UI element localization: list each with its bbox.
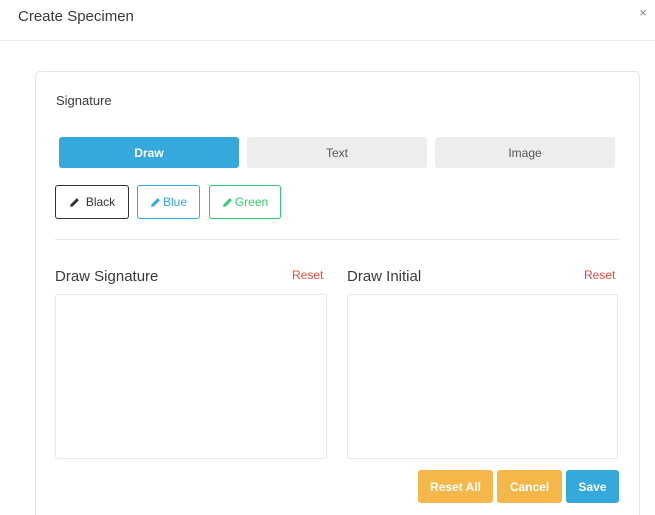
- modal-title: Create Specimen: [18, 8, 134, 25]
- initial-canvas[interactable]: [347, 294, 618, 459]
- divider: [55, 239, 619, 240]
- draw-initial-title: Draw Initial: [347, 268, 422, 285]
- tab-image[interactable]: Image: [435, 137, 615, 168]
- cancel-button[interactable]: Cancel: [497, 470, 562, 503]
- color-green-button[interactable]: Green: [209, 185, 281, 219]
- signature-card: Signature Draw Text Image Black Blue Gre…: [35, 71, 640, 515]
- color-blue-label: Blue: [162, 195, 188, 209]
- tab-draw[interactable]: Draw: [59, 137, 239, 168]
- color-green-label: Green: [234, 195, 269, 209]
- color-blue-button[interactable]: Blue: [137, 185, 200, 219]
- reset-signature-link[interactable]: Reset: [292, 268, 323, 282]
- signature-heading: Signature: [56, 93, 112, 108]
- draw-signature-title: Draw Signature: [55, 268, 159, 285]
- color-black-button[interactable]: Black: [55, 185, 129, 219]
- pen-icon: [69, 197, 80, 208]
- reset-initial-link[interactable]: Reset: [584, 268, 615, 282]
- pen-icon: [222, 197, 233, 208]
- modal-header: Create Specimen ×: [0, 0, 655, 41]
- save-button[interactable]: Save: [566, 470, 619, 503]
- pen-icon: [150, 197, 161, 208]
- close-icon[interactable]: ×: [639, 6, 647, 20]
- reset-all-button[interactable]: Reset All: [418, 470, 493, 503]
- tab-text[interactable]: Text: [247, 137, 427, 168]
- signature-canvas[interactable]: [55, 294, 327, 459]
- signature-tabs: Draw Text Image: [59, 137, 615, 169]
- color-black-label: Black: [85, 195, 116, 209]
